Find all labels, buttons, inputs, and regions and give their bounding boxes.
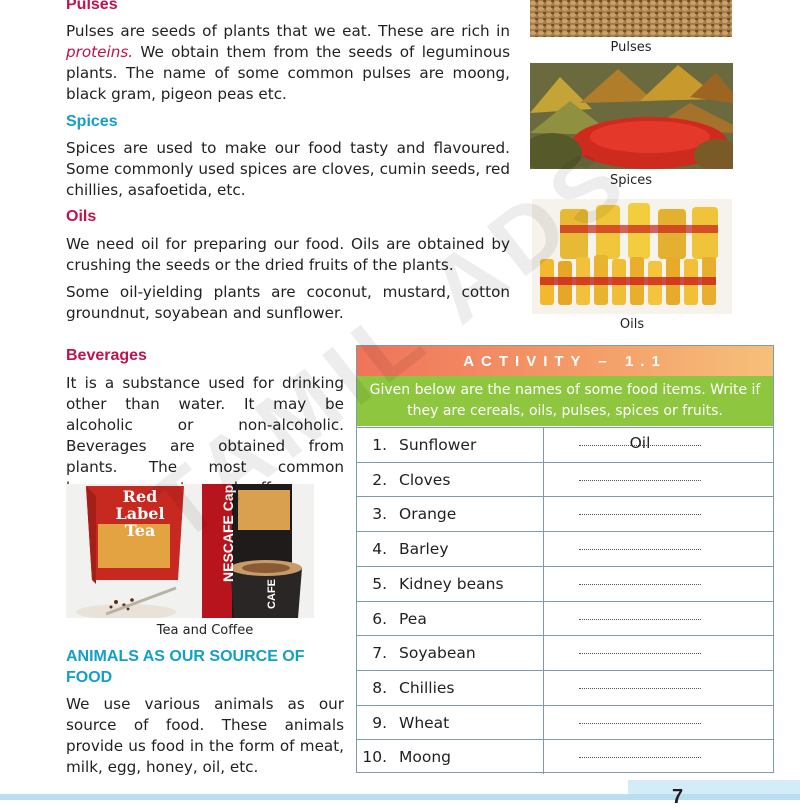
- row-number: 7.: [372, 644, 387, 663]
- oils-paragraph-2: Some oil-yielding plants are coconut, mu…: [66, 283, 510, 322]
- column-divider: [543, 497, 544, 532]
- row-number: 5.: [372, 574, 387, 593]
- food-item: Moong: [399, 748, 452, 767]
- oils-illustration: [532, 199, 732, 314]
- column-divider: [543, 566, 544, 601]
- row-number: 2.: [372, 470, 387, 489]
- row-number: 10.: [362, 748, 387, 767]
- pulses-image: [530, 0, 732, 37]
- spices-paragraph: Spices are used to make our food tasty a…: [66, 139, 510, 199]
- tea-coffee-caption: Tea and Coffee: [156, 623, 254, 638]
- spices-caption: Spices: [609, 173, 653, 188]
- pulses-text-2: We obtain them from the seeds of legumin…: [66, 43, 510, 103]
- activity-box: ACTIVITY – 1.1 Given below are the names…: [356, 345, 774, 775]
- column-divider: [543, 601, 544, 636]
- food-item: Kidney beans: [399, 574, 504, 593]
- activity-row: 7. Soyabean: [357, 635, 773, 671]
- activity-row: 9. Wheat: [357, 704, 773, 740]
- oils-image: [532, 199, 732, 314]
- coffee-box-label: NESCAFE Cappuccino: [220, 484, 236, 582]
- activity-title: ACTIVITY – 1.1: [357, 346, 773, 376]
- spices-illustration: [530, 63, 733, 169]
- activity-row: 5. Kidney beans: [357, 565, 773, 601]
- answer-blank[interactable]: [579, 583, 701, 585]
- activity-row: 2. Cloves: [357, 461, 773, 497]
- spices-heading: Spices: [66, 113, 118, 130]
- beverages-heading: Beverages: [66, 347, 147, 364]
- proteins-term: proteins.: [66, 43, 134, 61]
- activity-row: 8. Chillies: [357, 669, 773, 705]
- tea-coffee-illustration: [66, 484, 344, 618]
- food-item: Soyabean: [399, 644, 476, 663]
- column-divider: [543, 740, 544, 775]
- row-number: 6.: [372, 609, 387, 628]
- column-divider: [543, 532, 544, 567]
- pulses-paragraph: Pulses are seeds of plants that we eat. …: [66, 21, 510, 105]
- food-item: Sunflower: [399, 436, 477, 454]
- food-item: Pea: [399, 609, 427, 628]
- row-number: 3.: [372, 505, 387, 524]
- pulses-text-1: Pulses are seeds of plants that we eat. …: [66, 22, 510, 40]
- pulses-illustration: [530, 0, 732, 37]
- tea-coffee-image: Red Label Tea NESCAFE Cappuccino CAFE: [66, 484, 344, 618]
- pulses-caption: Pulses: [610, 40, 652, 55]
- oils-caption: Oils: [619, 317, 645, 332]
- activity-row: 6. Pea: [357, 600, 773, 636]
- food-item: Chillies: [399, 678, 455, 697]
- animals-paragraph: We use various animals as our source of …: [66, 695, 344, 776]
- answer-blank[interactable]: [579, 479, 701, 481]
- answer-text: Oil: [629, 434, 651, 452]
- row-number: 9.: [372, 713, 387, 732]
- oils-paragraph-1: We need oil for preparing our food. Oils…: [66, 235, 510, 274]
- answer-blank[interactable]: [579, 722, 701, 724]
- row-number: 8.: [372, 678, 387, 697]
- tea-box-label: Red Label Tea: [115, 487, 165, 540]
- answer-blank[interactable]: [579, 687, 701, 689]
- activity-instruction: Given below are the names of some food i…: [357, 376, 773, 426]
- activity-row: 1. Sunflower Oil: [357, 427, 773, 462]
- activity-row: 4. Barley: [357, 531, 773, 567]
- food-item: Wheat: [399, 713, 450, 732]
- animals-heading: ANIMALS AS OUR SOURCE OF FOOD: [66, 648, 305, 686]
- page-number: 7: [672, 786, 684, 808]
- oils-heading: Oils: [66, 208, 97, 225]
- activity-row: 10. Moong: [357, 739, 773, 775]
- mug-label: CAFE: [266, 579, 278, 609]
- column-divider: [543, 462, 544, 497]
- activity-row: 3. Orange: [357, 496, 773, 532]
- answer-blank[interactable]: [579, 514, 701, 516]
- spices-image: [530, 63, 733, 169]
- answer-blank[interactable]: [579, 618, 701, 620]
- beverages-paragraph: It is a substance used for drinking othe…: [66, 374, 344, 497]
- food-item: Cloves: [399, 470, 451, 489]
- column-divider: [543, 705, 544, 740]
- food-item: Barley: [399, 540, 449, 559]
- pulses-heading: Pulses: [66, 0, 118, 13]
- column-divider: [543, 636, 544, 671]
- column-divider: [543, 428, 544, 462]
- answer-blank[interactable]: [579, 757, 701, 759]
- food-item: Orange: [399, 505, 457, 524]
- row-number: 4.: [372, 540, 387, 559]
- column-divider: [543, 670, 544, 705]
- row-number: 1.: [372, 436, 387, 454]
- answer-blank[interactable]: [579, 653, 701, 655]
- answer-blank[interactable]: [579, 549, 701, 551]
